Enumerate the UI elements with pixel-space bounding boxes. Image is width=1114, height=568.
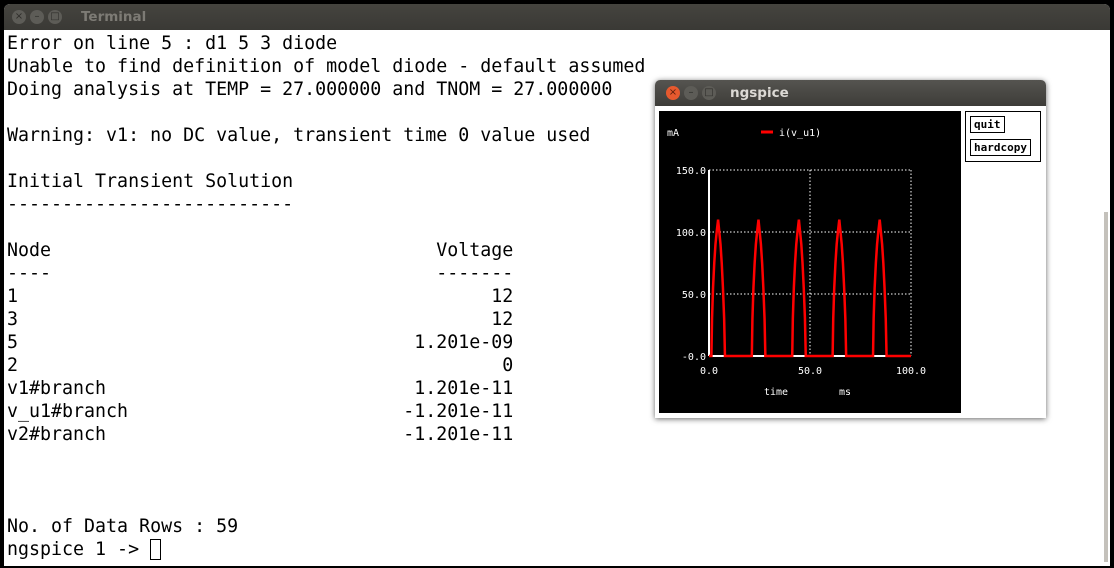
node-voltage: 1.201e-09 [414, 332, 514, 353]
table-row: v_u1#branch -1.201e-11 [7, 400, 513, 423]
hardcopy-button[interactable]: hardcopy [970, 139, 1031, 156]
output-line: -------------------------- [7, 194, 294, 215]
x-axis-unit: ms [839, 387, 851, 398]
ngspice-title-bar[interactable]: × – □ ngspice [655, 80, 1046, 106]
x-axis-label: time [764, 387, 788, 398]
window-title: Terminal [81, 9, 147, 25]
table-row: 1 12 [7, 285, 513, 308]
output-line: Doing analysis at TEMP = 27.000000 and T… [7, 79, 613, 100]
button-panel: quit hardcopy [965, 111, 1041, 162]
plot-area: -0.0 50.0 100.0 150.0 0.0 50.0 100.0 mA time ms i(… [659, 111, 961, 413]
output-line: Warning: v1: no DC value, transient time… [7, 125, 591, 146]
quit-button[interactable]: quit [970, 116, 1005, 133]
table-row: v2#branch -1.201e-11 [7, 423, 513, 446]
node-name: 5 [7, 332, 19, 353]
node-voltage: 0 [502, 355, 514, 376]
x-tick-label: 0.0 [700, 366, 718, 377]
close-icon[interactable]: × [12, 10, 26, 24]
terminal-output[interactable]: Error on line 5 : d1 5 3 diode Unable to … [7, 32, 645, 561]
window-title: ngspice [730, 85, 789, 101]
voltage-header: Voltage [436, 240, 514, 261]
minimize-icon[interactable]: – [30, 10, 44, 24]
close-icon[interactable]: × [666, 86, 680, 100]
separator: ------- [436, 263, 514, 284]
maximize-icon[interactable]: □ [48, 10, 62, 24]
node-voltage: -1.201e-11 [403, 424, 514, 445]
output-line: Initial Transient Solution [7, 171, 294, 192]
output-line: Error on line 5 : d1 5 3 diode [7, 33, 338, 54]
node-voltage: 12 [491, 309, 514, 330]
node-name: v1#branch [7, 378, 107, 399]
minimize-icon[interactable]: – [684, 86, 698, 100]
node-name: 3 [7, 309, 19, 330]
table-row: 20 [7, 354, 513, 377]
node-name: v2#branch [7, 424, 107, 445]
node-voltage: 1.201e-11 [414, 378, 514, 399]
table-separator: ---- ------- [7, 262, 513, 285]
y-tick-label: 150.0 [676, 166, 706, 177]
x-tick-label: 100.0 [896, 366, 926, 377]
y-tick-label: 50.0 [682, 290, 706, 301]
maximize-icon[interactable]: □ [702, 86, 716, 100]
output-line: Unable to find definition of model diode… [7, 56, 646, 77]
transient-plot: -0.0 50.0 100.0 150.0 0.0 50.0 100.0 mA time ms i(… [667, 128, 926, 398]
table-row: 5 1.201e-09 [7, 331, 513, 354]
scrollbar[interactable] [1104, 212, 1108, 562]
ngspice-window: × – □ ngspice -0.0 50.0 100.0 150.0 0.0 50.0 1… [655, 80, 1046, 418]
data-rows-line: No. of Data Rows : 59 [7, 516, 239, 537]
prompt: ngspice 1 -> [7, 539, 151, 560]
table-row: v1#branch 1.201e-11 [7, 377, 513, 400]
separator: ---- [7, 263, 52, 284]
node-voltage: 12 [491, 286, 514, 307]
x-tick-label: 50.0 [798, 366, 822, 377]
table-row: 3 12 [7, 308, 513, 331]
terminal-title-bar[interactable]: × – □ Terminal [4, 4, 1110, 30]
node-name: 1 [7, 286, 19, 307]
y-tick-label: 100.0 [676, 228, 706, 239]
node-name: 2 [7, 355, 19, 376]
node-voltage: -1.201e-11 [403, 401, 514, 422]
cursor [150, 539, 162, 560]
y-axis-label: mA [667, 128, 679, 139]
y-tick-label: -0.0 [682, 352, 706, 363]
legend-label: i(v_u1) [779, 128, 821, 139]
node-header: Node [7, 240, 52, 261]
prompt-line[interactable]: ngspice 1 -> [7, 538, 645, 561]
table-header: Node Voltage [7, 239, 513, 262]
node-name: v_u1#branch [7, 401, 129, 422]
